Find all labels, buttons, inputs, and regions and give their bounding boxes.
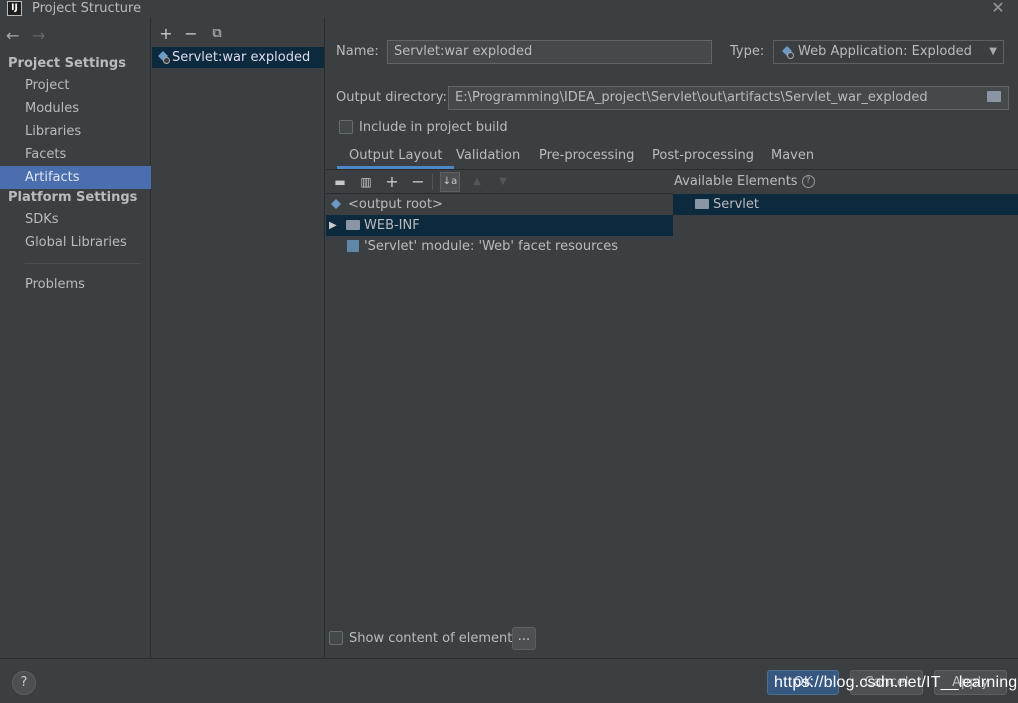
output-directory-label: Output directory: xyxy=(336,90,447,105)
folder-browse-icon[interactable] xyxy=(987,91,1001,102)
sort-icon[interactable]: ↓a xyxy=(440,172,460,192)
artifact-list-item-label: Servlet:war exploded xyxy=(172,50,311,65)
back-arrow-icon[interactable]: ← xyxy=(6,26,19,45)
show-content-label: Show content of elements xyxy=(349,631,520,646)
tree-row-facet-resources[interactable]: 'Servlet' module: 'Web' facet resources xyxy=(326,236,673,257)
title-bar xyxy=(0,0,1018,18)
sidebar-item-facets[interactable]: Facets xyxy=(0,143,151,166)
tree-row-output-root[interactable]: <output root> xyxy=(326,194,673,215)
tab-pre-processing[interactable]: Pre-processing xyxy=(539,147,634,169)
tab-output-layout[interactable]: Output Layout xyxy=(337,147,455,169)
ellipsis-button[interactable]: ... xyxy=(512,627,536,650)
available-elements-tree: Servlet xyxy=(673,194,1018,658)
close-icon[interactable]: ✕ xyxy=(990,0,1006,16)
sidebar-item-artifacts[interactable]: Artifacts xyxy=(0,166,151,189)
name-field[interactable]: Servlet:war exploded xyxy=(387,40,712,64)
output-root-label: <output root> xyxy=(348,197,443,212)
sidebar-item-problems[interactable]: Problems xyxy=(0,273,151,296)
available-element-row[interactable]: Servlet xyxy=(673,194,1018,215)
artifact-list-item[interactable]: Servlet:war exploded xyxy=(152,47,324,68)
include-in-build-checkbox[interactable] xyxy=(339,120,353,134)
tree-row-web-inf[interactable]: ▶ WEB-INF xyxy=(326,215,673,236)
project-settings-header: Project Settings xyxy=(8,56,126,71)
sidebar-item-sdks[interactable]: SDKs xyxy=(0,208,151,231)
chevron-down-icon: ▼ xyxy=(989,46,997,57)
sidebar-item-global-libraries[interactable]: Global Libraries xyxy=(0,231,151,254)
sidebar-item-libraries[interactable]: Libraries xyxy=(0,120,151,143)
window-title: Project Structure xyxy=(32,1,142,16)
copy-icon[interactable]: ⧉ xyxy=(209,26,225,42)
available-element-label: Servlet xyxy=(713,197,759,212)
output-layout-tree: <output root> ▶ WEB-INF 'Servlet' module… xyxy=(326,194,673,658)
remove-icon[interactable]: − xyxy=(183,26,199,42)
forward-arrow-icon[interactable]: → xyxy=(32,26,45,45)
toolbar-separator xyxy=(432,174,433,190)
move-up-icon[interactable]: ▲ xyxy=(469,174,485,190)
artifact-list-panel xyxy=(152,18,325,658)
sidebar-divider xyxy=(25,263,141,264)
folder-icon xyxy=(346,220,360,230)
web-resources-icon xyxy=(347,240,359,252)
name-label: Name: xyxy=(336,44,379,59)
sidebar-item-project[interactable]: Project xyxy=(0,74,151,97)
tree-row-label: WEB-INF xyxy=(364,218,420,233)
help-button[interactable]: ? xyxy=(12,671,36,695)
add-copy-of-icon[interactable]: + xyxy=(384,174,400,190)
type-label: Type: xyxy=(730,44,765,59)
expand-arrow-icon[interactable]: ▶ xyxy=(329,215,337,236)
module-folder-icon xyxy=(695,199,709,209)
new-folder-icon[interactable]: ▬ xyxy=(332,174,348,190)
include-in-build-label: Include in project build xyxy=(359,120,508,135)
show-content-checkbox[interactable] xyxy=(329,631,343,645)
available-elements-title: Available Elements xyxy=(674,174,798,189)
intellij-logo-icon: IJ xyxy=(7,1,22,16)
watermark-text: https://blog.csdn.net/IT__learning xyxy=(774,674,1018,691)
web-artifact-icon xyxy=(782,46,794,59)
archive-icon[interactable]: ▥ xyxy=(358,174,374,190)
type-dropdown[interactable]: Web Application: Exploded ▼ xyxy=(773,40,1004,64)
platform-settings-header: Platform Settings xyxy=(8,190,138,205)
tab-post-processing[interactable]: Post-processing xyxy=(652,147,754,169)
type-dropdown-value: Web Application: Exploded xyxy=(798,44,972,59)
web-artifact-icon xyxy=(158,51,170,64)
tab-maven[interactable]: Maven xyxy=(771,147,814,169)
output-root-icon xyxy=(331,199,341,209)
remove-element-icon[interactable]: − xyxy=(410,174,426,190)
help-icon[interactable]: ? xyxy=(801,175,815,188)
available-elements-header: Available Elements ? xyxy=(674,174,815,189)
move-down-icon[interactable]: ▼ xyxy=(495,174,511,190)
add-icon[interactable]: + xyxy=(158,26,174,42)
output-directory-field[interactable]: E:\Programming\IDEA_project\Servlet\out\… xyxy=(448,86,1009,110)
tree-row-label: 'Servlet' module: 'Web' facet resources xyxy=(364,239,619,254)
tab-validation[interactable]: Validation xyxy=(456,147,520,169)
sidebar-item-modules[interactable]: Modules xyxy=(0,97,151,120)
